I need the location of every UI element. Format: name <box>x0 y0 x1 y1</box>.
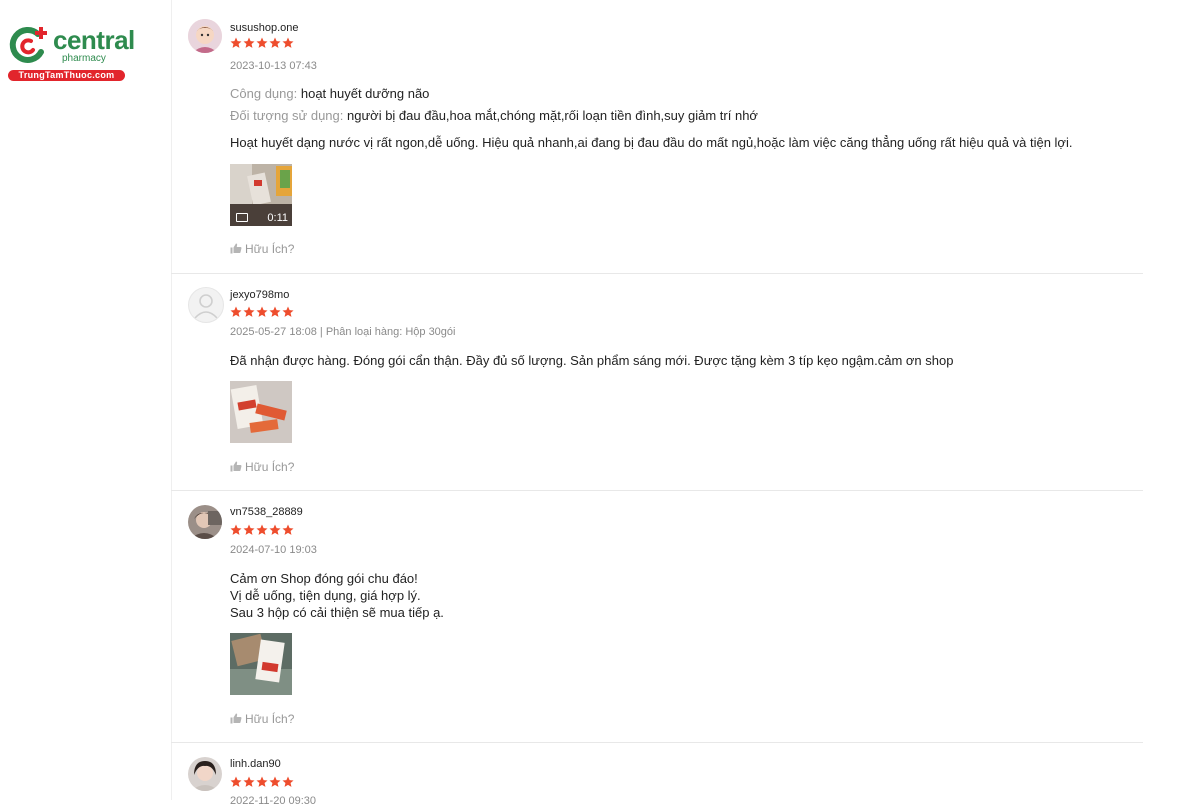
review-item: susushop.one 2023-10-13 07:43 Công dụng:… <box>171 0 1143 274</box>
star-icon <box>230 305 242 317</box>
star-rating <box>230 775 295 789</box>
star-icon <box>269 36 281 48</box>
review-item: vn7538_28889 2024-07-10 19:03 Cảm ơn Sho… <box>171 490 1143 743</box>
star-icon <box>243 36 255 48</box>
review-date: 2024-07-10 19:03 <box>230 544 317 556</box>
review-date: 2022-11-20 09:30 <box>230 795 317 807</box>
star-icon <box>243 775 255 787</box>
helpful-label: Hữu Ích? <box>245 712 295 726</box>
star-icon <box>282 36 294 48</box>
brand-logo[interactable]: central pharmacy TrungTamThuoc.com <box>8 20 135 84</box>
central-pharmacy-logo-icon <box>9 27 47 63</box>
review-text: Đã nhận được hàng. Đóng gói cẩn thận. Đầ… <box>230 353 954 368</box>
review-username[interactable]: jexyo798mo <box>230 289 289 301</box>
review-date: 2023-10-13 07:43 <box>230 60 317 72</box>
star-rating <box>230 305 295 319</box>
star-icon <box>282 523 294 535</box>
review-image-thumbnail[interactable] <box>230 633 292 695</box>
review-text-line: Vị dễ uống, tiện dụng, giá hợp lý. <box>230 588 421 603</box>
star-icon <box>282 775 294 787</box>
brand-name: central <box>53 25 135 55</box>
thumbs-up-icon <box>230 243 242 254</box>
review-field-usage: Công dụng: hoạt huyết dưỡng não <box>230 86 429 101</box>
star-rating <box>230 36 295 50</box>
star-icon <box>256 775 268 787</box>
star-icon <box>282 305 294 317</box>
star-icon <box>243 523 255 535</box>
review-text-line: Cảm ơn Shop đóng gói chu đáo! <box>230 571 418 586</box>
helpful-label: Hữu Ích? <box>245 242 295 256</box>
field-key: Đối tượng sử dụng: <box>230 108 344 123</box>
field-key: Công dụng: <box>230 86 298 101</box>
video-camera-icon <box>236 213 248 222</box>
star-icon <box>230 36 242 48</box>
thumbs-up-icon <box>230 461 242 472</box>
video-duration: 0:11 <box>267 212 288 224</box>
avatar[interactable] <box>188 757 222 791</box>
thumbs-up-icon <box>230 713 242 724</box>
review-username[interactable]: linh.dan90 <box>230 758 281 770</box>
review-text-line: Sau 3 hộp có cải thiện sẽ mua tiếp ạ. <box>230 605 444 620</box>
avatar[interactable] <box>188 19 222 53</box>
star-icon <box>269 775 281 787</box>
star-rating <box>230 523 295 537</box>
review-image-thumbnail[interactable] <box>230 381 292 443</box>
star-icon <box>243 305 255 317</box>
review-text: Hoạt huyết dạng nước vị rất ngon,dễ uống… <box>230 135 1073 150</box>
helpful-button[interactable]: Hữu Ích? <box>230 242 294 256</box>
helpful-label: Hữu Ích? <box>245 460 295 474</box>
star-icon <box>230 775 242 787</box>
brand-badge: TrungTamThuoc.com <box>8 70 125 81</box>
star-icon <box>256 36 268 48</box>
star-icon <box>269 305 281 317</box>
brand-sub: pharmacy <box>62 53 106 64</box>
review-video-thumbnail[interactable]: 0:11 <box>230 164 292 226</box>
review-date: 2025-05-27 18:08 | Phân loại hàng: Hộp 3… <box>230 326 456 338</box>
helpful-button[interactable]: Hữu Ích? <box>230 712 294 726</box>
review-item: linh.dan90 2022-11-20 09:30 <box>171 742 1143 807</box>
review-username[interactable]: susushop.one <box>230 22 299 34</box>
star-icon <box>256 305 268 317</box>
review-item: jexyo798mo 2025-05-27 18:08 | Phân loại … <box>171 273 1143 491</box>
review-username[interactable]: vn7538_28889 <box>230 506 303 518</box>
helpful-button[interactable]: Hữu Ích? <box>230 460 294 474</box>
field-value: người bị đau đầu,hoa mắt,chóng mặt,rối l… <box>347 108 758 123</box>
star-icon <box>256 523 268 535</box>
field-value: hoạt huyết dưỡng não <box>300 86 430 101</box>
avatar[interactable] <box>188 287 224 323</box>
star-icon <box>269 523 281 535</box>
avatar[interactable] <box>188 505 222 539</box>
star-icon <box>230 523 242 535</box>
review-field-target: Đối tượng sử dụng: người bị đau đầu,hoa … <box>230 108 758 123</box>
